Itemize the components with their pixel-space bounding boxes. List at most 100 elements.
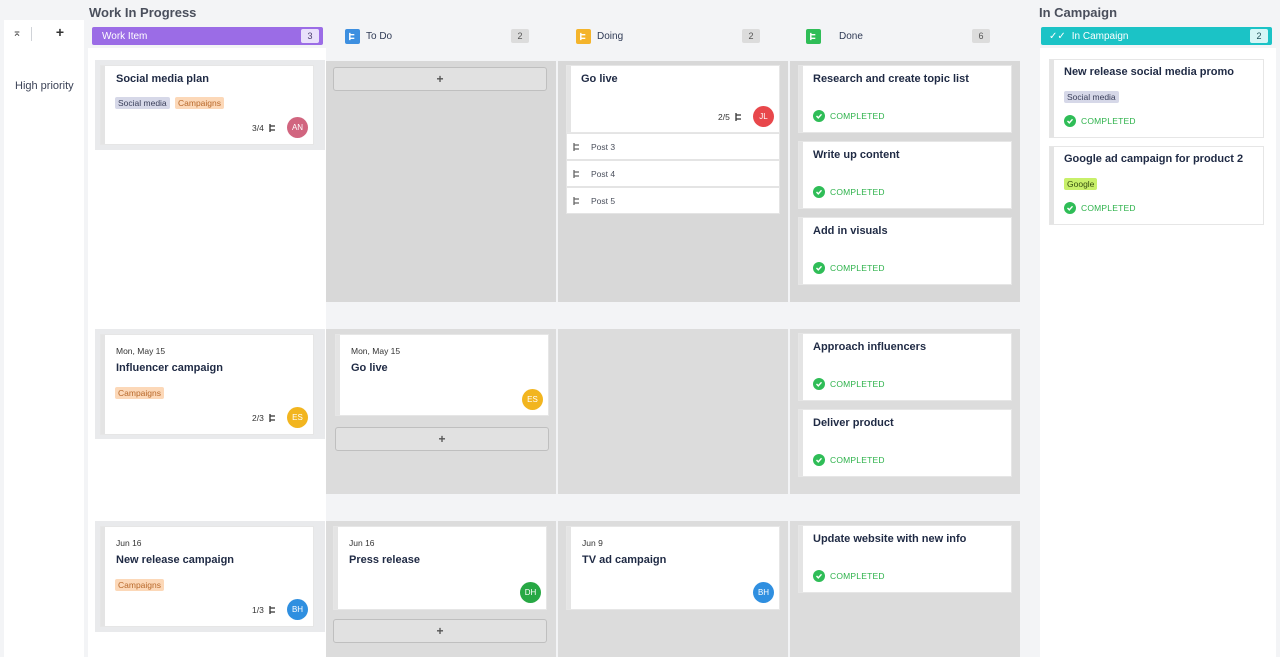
avatar[interactable]: BH <box>287 599 308 620</box>
completed-status: COMPLETED <box>813 110 885 122</box>
add-card-button[interactable]: + <box>333 619 547 643</box>
column-count-badge: 2 <box>1250 29 1268 43</box>
card-new-release-campaign[interactable]: Jun 16 New release campaign Campaigns 1/… <box>101 527 313 626</box>
check-circle-icon <box>813 186 825 198</box>
card-title: Add in visuals <box>813 225 888 237</box>
column-count-badge: 2 <box>742 29 760 43</box>
card-date: Mon, May 15 <box>116 346 166 356</box>
completed-label: COMPLETED <box>830 111 885 121</box>
column-header-todo[interactable]: To Do 2 <box>345 27 533 45</box>
tag-social-media: Social media <box>1064 91 1119 103</box>
tag-campaigns: Campaigns <box>115 387 164 399</box>
avatar[interactable]: BH <box>753 582 774 603</box>
sidebar-divider <box>31 27 32 41</box>
completed-label: COMPLETED <box>830 263 885 273</box>
card-title: New release campaign <box>116 554 235 566</box>
subtask-count: 2/5 <box>718 112 744 122</box>
card-title: Deliver product <box>813 417 894 429</box>
double-check-icon: ✓✓ <box>1049 30 1066 42</box>
card-date: Jun 16 <box>349 538 375 548</box>
tag-campaigns: Campaigns <box>175 97 224 109</box>
card-influencer-campaign[interactable]: Mon, May 15 Influencer campaign Campaign… <box>101 335 313 434</box>
column-label: Done <box>839 30 863 42</box>
subtask-count: 2/3 <box>252 413 278 423</box>
check-circle-icon <box>813 110 825 122</box>
add-card-button[interactable]: + <box>335 427 549 451</box>
completed-status: COMPLETED <box>813 186 885 198</box>
check-circle-icon <box>813 262 825 274</box>
subtask-count-text: 2/5 <box>718 112 730 122</box>
card-title: Google ad campaign for product 2 <box>1064 153 1244 165</box>
card-google-ad-campaign[interactable]: Google ad campaign for product 2 Google … <box>1050 147 1263 224</box>
card-research-topic-list[interactable]: Research and create topic list COMPLETED <box>799 66 1011 132</box>
column-label: To Do <box>366 30 393 42</box>
subtask-count-text: 1/3 <box>252 605 264 615</box>
column-header-in-campaign[interactable]: ✓✓ In Campaign 2 <box>1041 27 1272 45</box>
subtask-row-post-4[interactable]: Post 4 <box>567 161 779 186</box>
avatar[interactable]: ES <box>522 389 543 410</box>
check-circle-icon <box>813 378 825 390</box>
card-write-up-content[interactable]: Write up content COMPLETED <box>799 142 1011 208</box>
subtask-tree-icon <box>806 28 821 44</box>
card-go-live-todo[interactable]: Mon, May 15 Go live ES <box>336 335 548 415</box>
card-go-live-doing[interactable]: Go live 2/5 JL <box>567 66 779 132</box>
card-title: New release social media promo <box>1064 66 1234 78</box>
subtask-tree-icon <box>269 606 275 614</box>
card-update-website[interactable]: Update website with new info COMPLETED <box>799 526 1011 592</box>
tag-campaigns: Campaigns <box>115 579 164 591</box>
card-title: Go live <box>351 362 388 374</box>
column-label: In Campaign <box>1071 30 1129 42</box>
add-card-button[interactable]: + <box>333 67 547 91</box>
check-circle-icon <box>1064 202 1076 214</box>
subtask-count: 1/3 <box>252 605 278 615</box>
lane-1-todo <box>326 61 556 302</box>
card-title: Update website with new info <box>813 533 967 545</box>
lane-label-high-priority: High priority <box>15 80 74 92</box>
swimlane-sidebar <box>4 20 84 657</box>
subtask-row-post-5[interactable]: Post 5 <box>567 188 779 213</box>
card-approach-influencers[interactable]: Approach influencers COMPLETED <box>799 334 1011 400</box>
column-label: Doing <box>597 30 624 42</box>
lane-2-doing <box>558 329 788 494</box>
subtask-tree-icon <box>345 28 360 44</box>
subtask-row-post-3[interactable]: Post 3 <box>567 134 779 159</box>
card-new-release-social-promo[interactable]: New release social media promo Social me… <box>1050 60 1263 137</box>
column-header-done[interactable]: Done 6 <box>806 27 994 45</box>
card-add-in-visuals[interactable]: Add in visuals COMPLETED <box>799 218 1011 284</box>
card-social-media-plan[interactable]: Social media plan Social media Campaigns… <box>101 66 313 144</box>
subtask-tree-icon <box>573 142 579 151</box>
group-title-in-campaign: In Campaign <box>1039 5 1118 20</box>
column-header-doing[interactable]: Doing 2 <box>576 27 764 45</box>
collapse-lanes-icon[interactable]: ⌅ <box>8 26 26 42</box>
completed-status: COMPLETED <box>813 454 885 466</box>
avatar[interactable]: DH <box>520 582 541 603</box>
card-deliver-product[interactable]: Deliver product COMPLETED <box>799 410 1011 476</box>
card-title: Approach influencers <box>813 341 927 353</box>
subtask-tree-icon <box>269 414 275 422</box>
subtask-tree-icon <box>573 169 579 178</box>
subtask-tree-icon <box>576 28 591 44</box>
add-lane-button[interactable]: + <box>52 24 68 42</box>
completed-label: COMPLETED <box>1081 116 1136 126</box>
avatar[interactable]: ES <box>287 407 308 428</box>
subtask-label: Post 4 <box>591 168 616 179</box>
completed-status: COMPLETED <box>1064 115 1136 127</box>
check-circle-icon <box>813 570 825 582</box>
column-label: Work Item <box>102 30 148 42</box>
card-press-release[interactable]: Jun 16 Press release DH <box>334 527 546 609</box>
card-date: Jun 16 <box>116 538 142 548</box>
column-count-badge: 2 <box>511 29 529 43</box>
subtask-label: Post 5 <box>591 195 616 206</box>
check-circle-icon <box>1064 115 1076 127</box>
card-date: Jun 9 <box>582 538 603 548</box>
completed-label: COMPLETED <box>830 379 885 389</box>
column-count-badge: 6 <box>972 29 990 43</box>
avatar[interactable]: JL <box>753 106 774 127</box>
avatar[interactable]: AN <box>287 117 308 138</box>
completed-status: COMPLETED <box>813 378 885 390</box>
subtask-count: 3/4 <box>252 123 278 133</box>
card-date: Mon, May 15 <box>351 346 401 356</box>
card-title: Go live <box>581 73 618 85</box>
column-header-work-item[interactable]: Work Item 3 <box>92 27 323 45</box>
card-tv-ad-campaign[interactable]: Jun 9 TV ad campaign BH <box>567 527 779 609</box>
